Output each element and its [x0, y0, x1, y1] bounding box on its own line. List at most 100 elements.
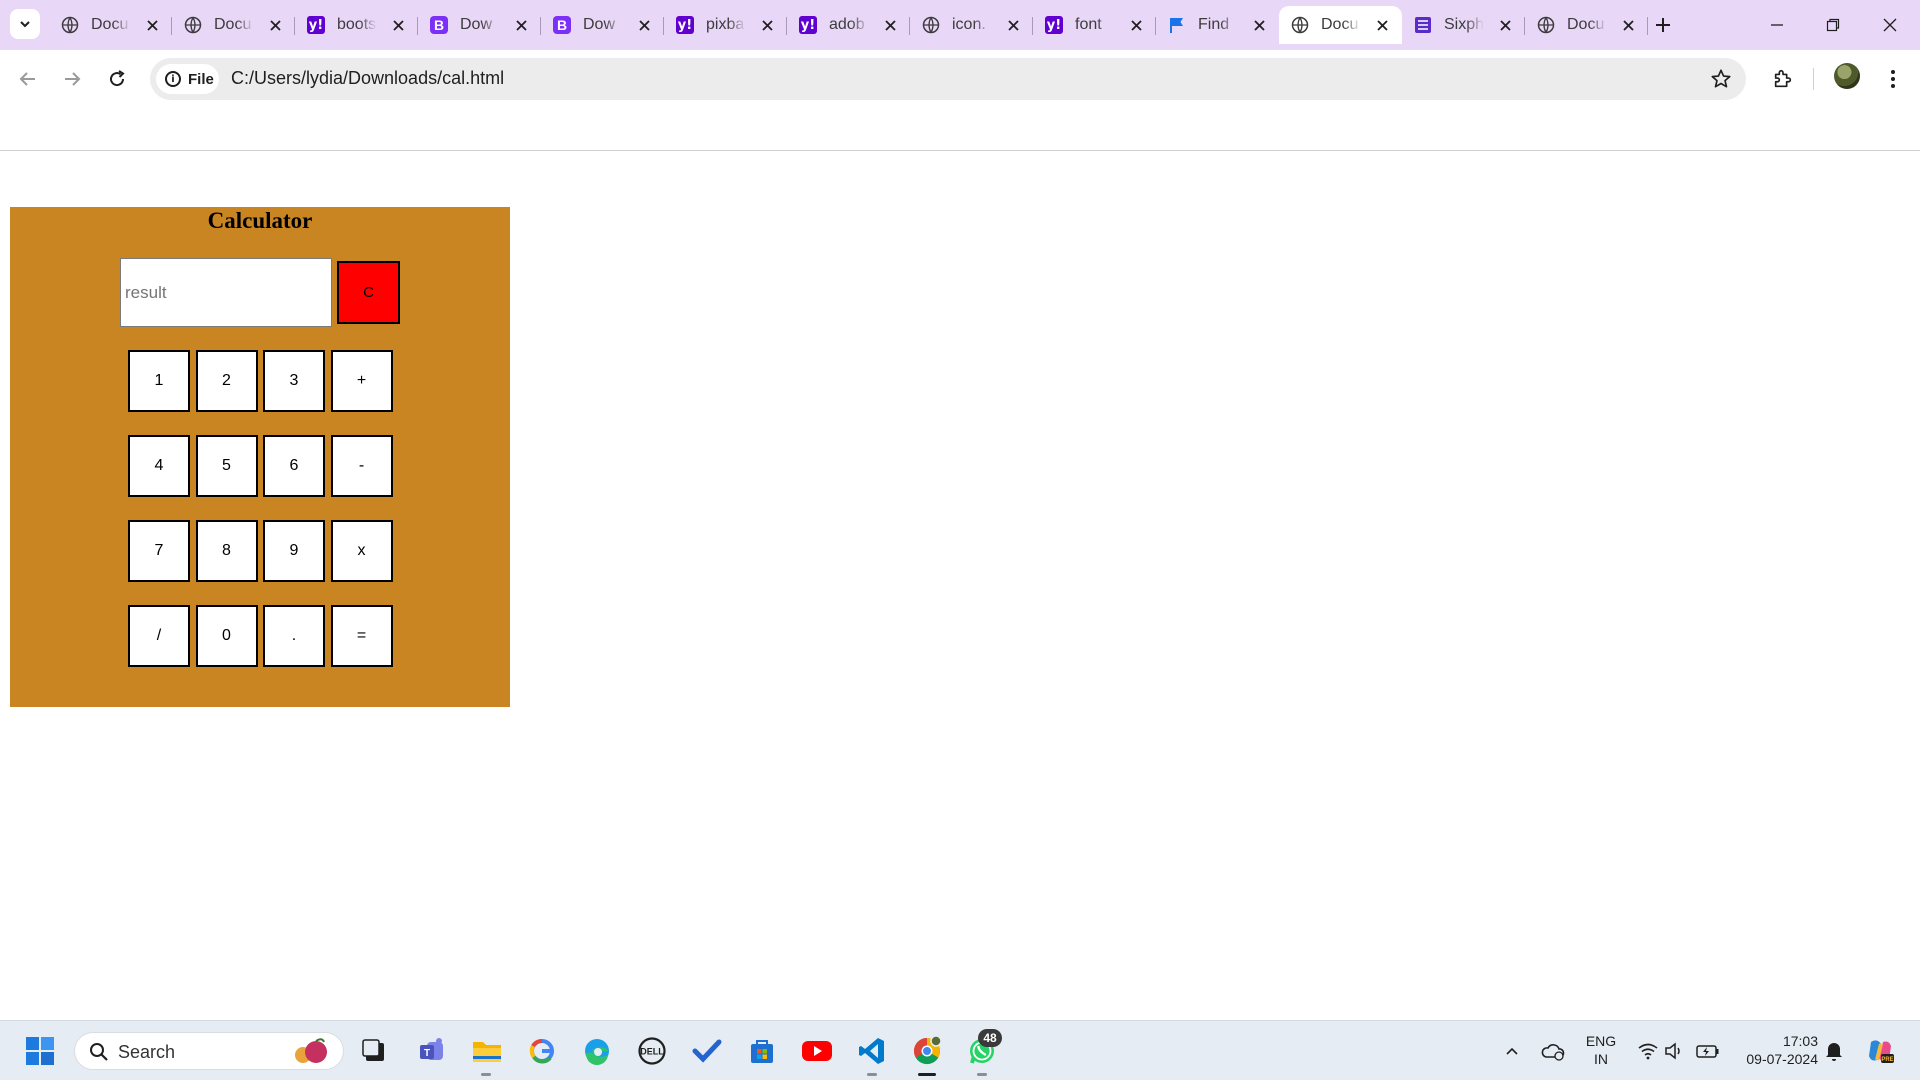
browser-tab[interactable]: Docu — [1525, 6, 1648, 44]
tab-close-icon[interactable] — [1126, 15, 1146, 35]
tab-list: Docu Docu y! boots B Dow B Dow y! pixba y! adob icon… — [49, 6, 1648, 44]
chrome-button[interactable] — [909, 1033, 945, 1069]
tab-close-icon[interactable] — [757, 15, 777, 35]
battery-button[interactable] — [1690, 1033, 1726, 1069]
vscode-button[interactable] — [854, 1033, 890, 1069]
close-window-button[interactable] — [1862, 0, 1918, 50]
clock-date: 09-07-2024 — [1746, 1051, 1818, 1067]
tab-close-icon[interactable] — [1495, 15, 1515, 35]
back-button[interactable] — [11, 62, 45, 96]
calculator-title: Calculator — [207, 208, 313, 233]
file-explorer-button[interactable] — [469, 1033, 505, 1069]
key-multiply-button[interactable]: x — [330, 520, 393, 582]
list-icon — [1414, 16, 1432, 34]
clock-time: 17:03 — [1782, 1033, 1818, 1049]
notifications-button[interactable] — [1816, 1033, 1852, 1069]
key-1-button[interactable]: 1 — [128, 350, 190, 412]
youtube-button[interactable] — [799, 1033, 835, 1069]
browser-tab[interactable]: Docu — [49, 6, 172, 44]
tab-close-icon[interactable] — [1249, 15, 1269, 35]
teams-button[interactable]: T — [414, 1033, 450, 1069]
extensions-button[interactable] — [1766, 62, 1800, 96]
teams-icon: T — [420, 1038, 443, 1060]
site-info-chip[interactable]: i File — [156, 64, 219, 94]
tab-title: pixba — [706, 16, 745, 33]
browser-tab[interactable]: Sixph — [1402, 6, 1525, 44]
key-6-button[interactable]: 6 — [263, 435, 325, 497]
browser-tab[interactable]: icon. — [910, 6, 1033, 44]
key-8-button[interactable]: 8 — [195, 520, 258, 582]
result-input[interactable] — [120, 258, 332, 327]
google-button[interactable] — [524, 1033, 560, 1069]
key-9-button[interactable]: 9 — [263, 520, 325, 582]
tab-title: Find — [1198, 16, 1230, 33]
restore-button[interactable] — [1805, 0, 1861, 50]
tab-title: Docu — [214, 16, 252, 33]
key-0-button[interactable]: 0 — [195, 605, 258, 667]
clock[interactable]: 17:03 09-07-2024 — [1732, 1032, 1818, 1068]
key-2-button[interactable]: 2 — [195, 350, 258, 412]
store-button[interactable] — [744, 1033, 780, 1069]
tab-close-icon[interactable] — [634, 15, 654, 35]
key-7-button[interactable]: 7 — [128, 520, 190, 582]
browser-tab[interactable]: Docu — [1279, 6, 1402, 44]
windows-taskbar: Search T DELL 48 ENG IN 17:03 09-07-2024… — [0, 1020, 1920, 1080]
clear-button[interactable]: C — [337, 261, 400, 324]
key-minus-button[interactable]: - — [330, 435, 393, 497]
onedrive-button[interactable] — [1535, 1033, 1571, 1069]
plus-icon — [1656, 18, 1670, 32]
start-button[interactable] — [22, 1033, 58, 1069]
show-hidden-icons-button[interactable] — [1494, 1033, 1530, 1069]
browser-tab[interactable]: Find — [1156, 6, 1279, 44]
google-icon — [529, 1039, 554, 1064]
edge-button[interactable] — [579, 1033, 615, 1069]
vscode-icon — [859, 1038, 884, 1064]
reload-button[interactable] — [100, 62, 134, 96]
bookmark-button[interactable] — [1708, 66, 1734, 92]
browser-tab[interactable]: B Dow — [541, 6, 664, 44]
tab-search-button[interactable] — [10, 9, 40, 39]
browser-tab[interactable]: B Dow — [418, 6, 541, 44]
key-decimal-button[interactable]: . — [263, 605, 325, 667]
battery-icon — [1696, 1045, 1719, 1058]
key-divide-button[interactable]: / — [128, 605, 190, 667]
key-5-button[interactable]: 5 — [195, 435, 258, 497]
address-bar[interactable]: i File C:/Users/lydia/Downloads/cal.html — [150, 58, 1746, 100]
url-text[interactable]: C:/Users/lydia/Downloads/cal.html — [231, 68, 504, 89]
tab-close-icon[interactable] — [265, 15, 285, 35]
tab-close-icon[interactable] — [1372, 15, 1392, 35]
key-plus-button[interactable]: + — [330, 350, 393, 412]
browser-tab[interactable]: y! font — [1033, 6, 1156, 44]
browser-tab[interactable]: y! adob — [787, 6, 910, 44]
copilot-button[interactable]: PRE — [1862, 1033, 1898, 1069]
new-tab-button[interactable] — [1650, 12, 1676, 38]
key-4-button[interactable]: 4 — [128, 435, 190, 497]
yahoo-icon: y! — [1045, 16, 1063, 34]
key-3-button[interactable]: 3 — [263, 350, 325, 412]
chevron-up-icon — [1506, 1047, 1518, 1055]
tab-close-icon[interactable] — [388, 15, 408, 35]
minimize-button[interactable] — [1749, 0, 1805, 50]
site-info-label: File — [188, 70, 214, 88]
dell-icon: DELL — [638, 1037, 666, 1065]
file-explorer-running-indicator — [481, 1073, 491, 1076]
tab-close-icon[interactable] — [142, 15, 162, 35]
wifi-icon — [1638, 1043, 1658, 1060]
tab-close-icon[interactable] — [1003, 15, 1023, 35]
dell-button[interactable]: DELL — [634, 1033, 670, 1069]
browser-menu-button[interactable] — [1878, 62, 1908, 96]
taskbar-search-box[interactable]: Search — [74, 1032, 344, 1070]
browser-tab[interactable]: Docu — [172, 6, 295, 44]
browser-tab[interactable]: y! boots — [295, 6, 418, 44]
volume-button[interactable] — [1657, 1033, 1693, 1069]
key-equals-button[interactable]: = — [330, 605, 393, 667]
tab-close-icon[interactable] — [1618, 15, 1638, 35]
task-view-button[interactable] — [356, 1033, 392, 1069]
tab-close-icon[interactable] — [511, 15, 531, 35]
input-language-indicator[interactable]: ENG IN — [1580, 1032, 1622, 1068]
profile-avatar[interactable] — [1834, 63, 1860, 89]
browser-tab[interactable]: y! pixba — [664, 6, 787, 44]
todo-button[interactable] — [689, 1033, 725, 1069]
forward-button[interactable] — [55, 62, 89, 96]
tab-close-icon[interactable] — [880, 15, 900, 35]
